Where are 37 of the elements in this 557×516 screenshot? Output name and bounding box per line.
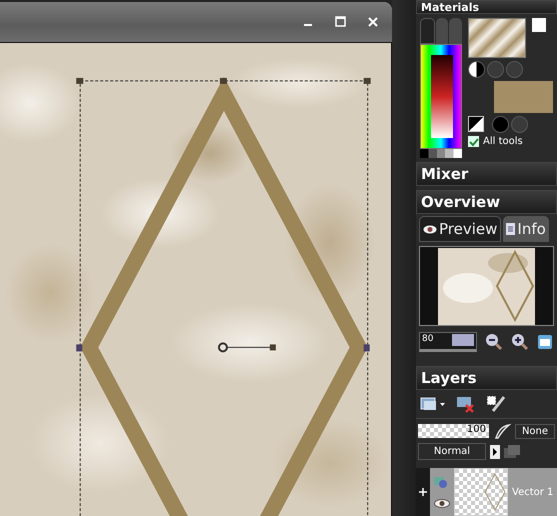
background-swatch[interactable] — [532, 18, 546, 32]
rotation-handle[interactable] — [218, 342, 276, 352]
tab[interactable]: Info — [503, 216, 549, 242]
new-layer-icon[interactable] — [420, 396, 446, 412]
maximize-icon[interactable] — [335, 16, 346, 28]
zoom-in-icon[interactable] — [511, 333, 529, 351]
preview-thumbnail[interactable] — [419, 246, 554, 326]
eye-icon — [423, 224, 437, 234]
panel-title: Layers — [416, 366, 557, 390]
layer-name: Vector 1 — [512, 486, 554, 498]
panel-title: Overview — [416, 190, 557, 214]
document-icon — [506, 223, 516, 235]
zoom-out-icon[interactable] — [485, 333, 503, 351]
expand-icon[interactable] — [419, 488, 427, 496]
color-picker[interactable] — [420, 44, 462, 149]
style-icon[interactable] — [468, 61, 485, 78]
mask-icon[interactable] — [493, 423, 511, 439]
opacity-field[interactable]: 100 — [418, 424, 489, 438]
panel-title: Mixer — [416, 162, 557, 186]
reset-colors-icon[interactable] — [468, 116, 484, 132]
brush-icon[interactable] — [486, 395, 506, 413]
foreground-swatch[interactable] — [468, 18, 526, 58]
delete-layer-icon[interactable] — [456, 395, 476, 413]
eye-icon[interactable] — [434, 498, 450, 508]
layer-thumbnail — [454, 468, 508, 516]
blend-mode-dropdown[interactable]: Normal — [418, 443, 486, 460]
panel-title: Materials — [416, 0, 557, 14]
dropdown-arrow-icon[interactable] — [490, 444, 500, 458]
checkmark-icon — [468, 136, 478, 146]
actual-size-icon[interactable] — [537, 334, 553, 350]
tab[interactable]: Preview — [419, 216, 502, 242]
vector-layer-icon — [434, 476, 448, 488]
zoom-field[interactable]: 80 — [419, 332, 477, 352]
link-mode-field[interactable]: None — [515, 424, 555, 438]
close-icon[interactable] — [368, 16, 378, 27]
all-tools-checkbox[interactable]: All tools — [468, 136, 553, 147]
fill-swatch[interactable] — [494, 81, 553, 113]
